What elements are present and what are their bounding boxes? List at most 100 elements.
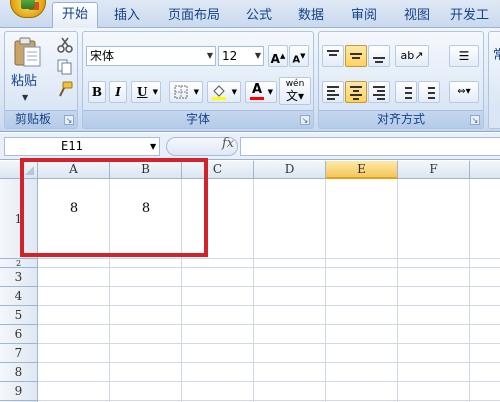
- tab-page-layout[interactable]: 页面布局: [160, 6, 228, 26]
- font-group: 宋体 ▼ 12 ▼ A▲ A▼ B I U ▼ ▼ ▼ A ▼ wén 文▾ 字…: [82, 31, 314, 129]
- tab-home[interactable]: 开始: [52, 2, 98, 29]
- row-header-3[interactable]: 3: [0, 268, 38, 287]
- align-bottom-button[interactable]: [368, 45, 390, 67]
- align-middle-button[interactable]: [345, 45, 367, 67]
- wrap-text-button[interactable]: ☰: [449, 45, 479, 67]
- insert-function-icon[interactable]: fx: [222, 136, 234, 151]
- gridline: [38, 343, 500, 344]
- align-top-button[interactable]: [322, 45, 344, 67]
- font-color-button[interactable]: A ▼: [245, 81, 277, 103]
- grow-font-button[interactable]: A▲: [268, 45, 288, 67]
- orientation-button[interactable]: ab↗: [395, 45, 429, 67]
- bold-button[interactable]: B: [88, 81, 106, 103]
- tab-review[interactable]: 审阅: [343, 6, 385, 26]
- gridline: [38, 324, 500, 325]
- chevron-down-icon: ▼: [206, 51, 213, 60]
- formula-input[interactable]: [240, 137, 500, 156]
- align-left-icon: [327, 86, 339, 88]
- tab-data[interactable]: 数据: [290, 6, 332, 26]
- paste-dropdown-icon[interactable]: ▼: [22, 90, 28, 106]
- phonetic-icon: 文▾: [285, 89, 305, 103]
- gridline: [38, 362, 500, 363]
- tab-developer[interactable]: 开发工: [450, 6, 500, 26]
- tab-insert[interactable]: 插入: [106, 6, 148, 26]
- number-format-label: 常: [493, 48, 500, 63]
- row-header-4[interactable]: 4: [0, 287, 38, 306]
- paste-button[interactable]: 粘贴 ▼: [9, 34, 45, 106]
- row-header-6[interactable]: 6: [0, 325, 38, 344]
- merge-cells-icon: ⇔▾: [457, 86, 471, 97]
- fill-color-button[interactable]: ▼: [207, 81, 241, 103]
- align-top-icon: [327, 50, 339, 52]
- clipboard-group: 粘贴 ▼ 剪贴板 ↘: [4, 31, 78, 129]
- decrease-indent-button[interactable]: [395, 81, 417, 103]
- font-name-value: 宋体: [90, 49, 115, 63]
- formula-bar: E11 ▼ fx: [0, 133, 500, 160]
- increase-indent-button[interactable]: [418, 81, 440, 103]
- alignment-dialog-launcher-icon[interactable]: ↘: [470, 115, 480, 125]
- gridline: [38, 258, 500, 259]
- shrink-font-button[interactable]: A▼: [289, 45, 309, 67]
- paste-label: 粘贴: [11, 74, 38, 89]
- wrap-text-icon: ☰: [458, 49, 470, 63]
- fill-bucket-icon: [212, 85, 226, 100]
- office-logo-icon: [21, 0, 35, 9]
- chevron-down-icon: ▼: [193, 88, 199, 96]
- tab-view[interactable]: 视图: [396, 6, 438, 26]
- office-button[interactable]: [10, 0, 46, 18]
- column-header-d[interactable]: D: [254, 161, 326, 179]
- number-group: 常: [488, 31, 500, 129]
- italic-button[interactable]: I: [109, 81, 127, 103]
- format-painter-icon[interactable]: [57, 81, 73, 97]
- borders-button[interactable]: ▼: [169, 81, 203, 103]
- gridline: [253, 179, 254, 402]
- font-color-swatch: [250, 97, 264, 100]
- gridline: [38, 305, 500, 306]
- chevron-down-icon: ▼: [254, 51, 261, 60]
- cut-icon[interactable]: [57, 37, 73, 53]
- row-header-9[interactable]: 9: [0, 382, 38, 401]
- font-size-select[interactable]: 12 ▼: [218, 46, 264, 66]
- column-header-e[interactable]: E: [326, 161, 398, 179]
- font-name-select[interactable]: 宋体 ▼: [86, 46, 216, 66]
- phonetic-guide-button[interactable]: wén 文▾: [279, 77, 311, 105]
- name-box[interactable]: E11: [4, 137, 160, 156]
- merge-center-button[interactable]: ⇔▾: [449, 81, 479, 103]
- align-center-icon: [350, 86, 362, 88]
- increase-indent-icon: [428, 87, 435, 89]
- align-middle-icon: [350, 53, 362, 55]
- highlight-annotation-box: [20, 158, 208, 257]
- chevron-down-icon: ▼: [231, 88, 237, 96]
- row-header-8[interactable]: 8: [0, 363, 38, 382]
- tab-formulas[interactable]: 公式: [238, 6, 280, 26]
- gridline: [38, 400, 500, 401]
- align-left-button[interactable]: [322, 81, 344, 103]
- chevron-down-icon[interactable]: ▼: [150, 142, 156, 151]
- font-dialog-launcher-icon[interactable]: ↘: [300, 115, 310, 125]
- row-header-7[interactable]: 7: [0, 344, 38, 363]
- copy-icon[interactable]: [57, 59, 73, 75]
- gridline: [38, 267, 500, 268]
- row-header-2[interactable]: 2: [0, 259, 38, 268]
- font-size-value: 12: [222, 49, 238, 63]
- gridline: [38, 381, 500, 382]
- align-right-icon: [373, 86, 385, 88]
- chevron-down-icon: ▼: [152, 87, 158, 96]
- decrease-indent-icon: [405, 87, 412, 89]
- clipboard-dialog-launcher-icon[interactable]: ↘: [64, 115, 74, 125]
- align-center-button[interactable]: [345, 81, 367, 103]
- font-group-label: 字体: [83, 110, 313, 128]
- gridline: [469, 179, 470, 402]
- align-right-button[interactable]: [368, 81, 390, 103]
- row-header-5[interactable]: 5: [0, 306, 38, 325]
- border-icon: [174, 85, 188, 99]
- underline-button[interactable]: U ▼: [131, 81, 161, 103]
- column-header-g[interactable]: [470, 161, 500, 179]
- chevron-down-icon: ▼: [267, 88, 273, 96]
- gridline: [325, 179, 326, 402]
- underline-label: U: [137, 85, 148, 99]
- align-bottom-icon: [373, 57, 385, 59]
- column-header-f[interactable]: F: [398, 161, 470, 179]
- ribbon-tab-bar: 开始 插入 页面布局 公式 数据 审阅 视图 开发工: [0, 0, 500, 29]
- alignment-group-label: 对齐方式: [319, 110, 483, 128]
